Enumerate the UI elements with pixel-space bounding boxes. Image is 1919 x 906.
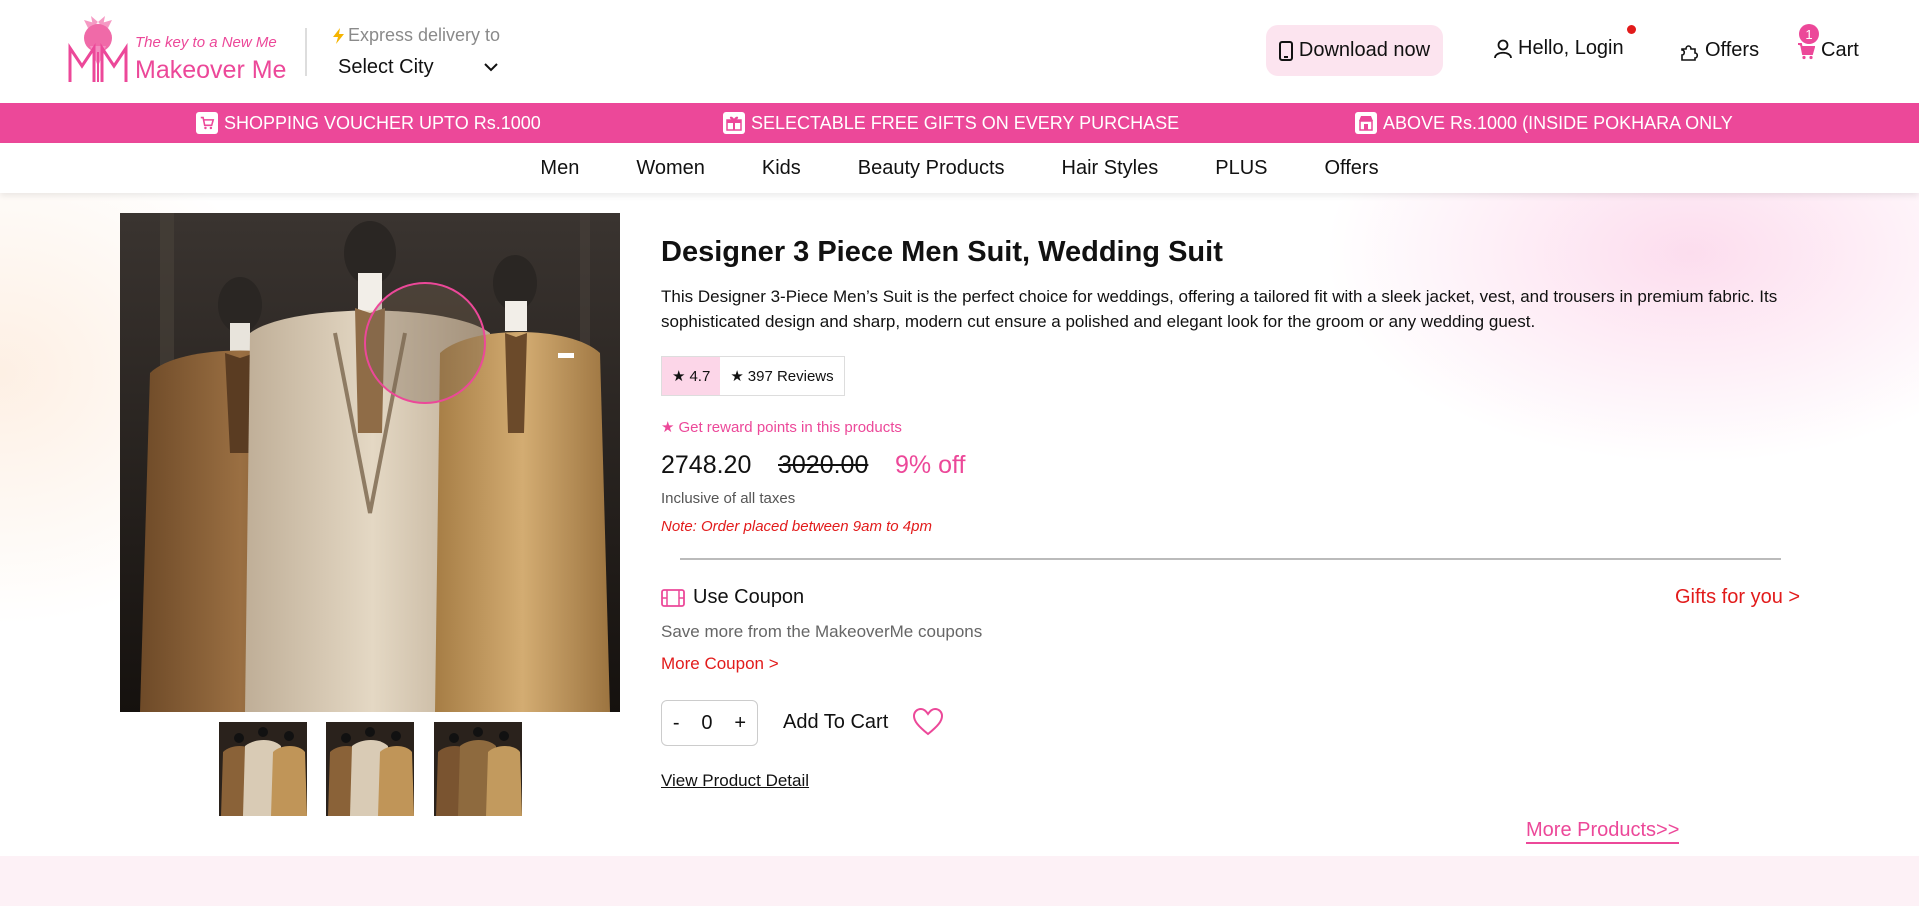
- city-select[interactable]: Select City: [338, 56, 498, 79]
- reviews-label: 397 Reviews: [747, 367, 834, 385]
- cart-button[interactable]: Cart: [1797, 39, 1859, 62]
- promo-voucher-text: SHOPPING VOUCHER UPTO Rs.1000: [224, 112, 541, 133]
- header-divider: [305, 28, 307, 76]
- store-icon: [1355, 112, 1377, 134]
- product-thumbnail[interactable]: [434, 722, 522, 816]
- gift-icon: [723, 112, 745, 134]
- lightning-icon: [333, 27, 344, 44]
- quantity-increase-button[interactable]: +: [734, 712, 746, 735]
- chevron-down-icon: [484, 63, 498, 72]
- product-title: Designer 3 Piece Men Suit, Wedding Suit: [661, 236, 1223, 268]
- original-price: 3020.00: [778, 451, 869, 479]
- promo-gifts-text: SELECTABLE FREE GIFTS ON EVERY PURCHASE: [751, 112, 1180, 133]
- city-select-value: Select City: [338, 56, 434, 78]
- nav-item-hair-styles[interactable]: Hair Styles: [1062, 157, 1159, 180]
- notification-dot: [1627, 25, 1636, 34]
- nav-item-women[interactable]: Women: [636, 157, 705, 180]
- quantity-stepper: - 0 +: [661, 700, 758, 746]
- reward-points-text: Get reward points in this products: [678, 418, 902, 436]
- view-product-detail-link[interactable]: View Product Detail: [661, 771, 809, 791]
- coupon-subtitle: Save more from the MakeoverMe coupons: [661, 622, 983, 641]
- product-thumbnail[interactable]: [326, 722, 414, 816]
- order-time-note: Note: Order placed between 9am to 4pm: [661, 518, 932, 535]
- current-price: 2748.20: [661, 451, 752, 479]
- brand-tagline: The key to a New Me: [135, 34, 277, 51]
- ticket-icon: [661, 588, 685, 607]
- download-app-button[interactable]: Download now: [1266, 25, 1443, 76]
- section-divider: [680, 558, 1781, 560]
- brand-name[interactable]: Makeover Me: [135, 56, 286, 85]
- brand-logo[interactable]: [66, 16, 130, 86]
- promo-voucher: SHOPPING VOUCHER UPTO Rs.1000: [196, 112, 541, 134]
- category-nav: Men Women Kids Beauty Products Hair Styl…: [0, 143, 1919, 193]
- rating-box: ★ 4.7 ★ 397 Reviews: [661, 356, 845, 396]
- product-description: This Designer 3-Piece Men’s Suit is the …: [661, 287, 1778, 331]
- more-coupon-link[interactable]: More Coupon >: [661, 654, 779, 674]
- coupon-heading-text: Use Coupon: [693, 586, 805, 608]
- gifts-for-you-link[interactable]: Gifts for you >: [1675, 586, 1800, 609]
- rating-score: ★ 4.7: [662, 357, 721, 395]
- promo-delivery-text: ABOVE Rs.1000 (INSIDE POKHARA ONLY: [1383, 112, 1733, 133]
- promo-delivery: ABOVE Rs.1000 (INSIDE POKHARA ONLY: [1355, 112, 1733, 134]
- coupon-heading: Use Coupon: [661, 586, 804, 609]
- offers-button[interactable]: Offers: [1679, 39, 1759, 62]
- promo-strip: SHOPPING VOUCHER UPTO Rs.1000 SELECTABLE…: [0, 103, 1919, 143]
- product-main-image[interactable]: [120, 213, 620, 712]
- star-icon: ★: [672, 368, 686, 385]
- reviews-count[interactable]: ★ 397 Reviews: [720, 357, 843, 395]
- nav-item-men[interactable]: Men: [540, 157, 579, 180]
- add-to-cart-button[interactable]: Add To Cart: [783, 711, 888, 734]
- more-products-link[interactable]: More Products>>: [1526, 819, 1680, 844]
- login-button[interactable]: Hello, Login: [1494, 37, 1624, 60]
- nav-item-plus[interactable]: PLUS: [1215, 157, 1267, 180]
- star-icon: ★: [730, 368, 744, 385]
- star-icon: ★: [661, 419, 675, 436]
- express-delivery-label: Express delivery to: [333, 25, 500, 46]
- nav-item-beauty-products[interactable]: Beauty Products: [858, 157, 1005, 180]
- quantity-value: 0: [701, 711, 713, 734]
- rating-value: 4.7: [689, 367, 711, 385]
- puzzle-icon: [1681, 44, 1699, 61]
- quantity-decrease-button[interactable]: -: [673, 712, 680, 735]
- header: The key to a New Me Makeover Me Express …: [0, 0, 1919, 103]
- user-icon: [1494, 39, 1512, 58]
- express-delivery-text: Express delivery to: [348, 25, 501, 45]
- offers-label: Offers: [1705, 39, 1760, 61]
- footer-band: [0, 856, 1919, 906]
- cart-icon: [196, 112, 218, 134]
- reward-points-note: ★ Get reward points in this products: [661, 418, 902, 437]
- nav-item-offers[interactable]: Offers: [1324, 157, 1378, 180]
- product-thumbnail[interactable]: [219, 722, 307, 816]
- download-app-label: Download now: [1298, 39, 1431, 61]
- cart-label: Cart: [1821, 39, 1859, 61]
- phone-icon: [1278, 40, 1293, 61]
- heart-icon[interactable]: [913, 708, 943, 736]
- login-label: Hello, Login: [1518, 37, 1624, 59]
- nav-item-kids[interactable]: Kids: [762, 157, 801, 180]
- taxes-note: Inclusive of all taxes: [661, 490, 796, 507]
- discount-badge: 9% off: [895, 451, 966, 479]
- promo-gifts: SELECTABLE FREE GIFTS ON EVERY PURCHASE: [723, 112, 1179, 134]
- cart-icon: [1798, 42, 1815, 59]
